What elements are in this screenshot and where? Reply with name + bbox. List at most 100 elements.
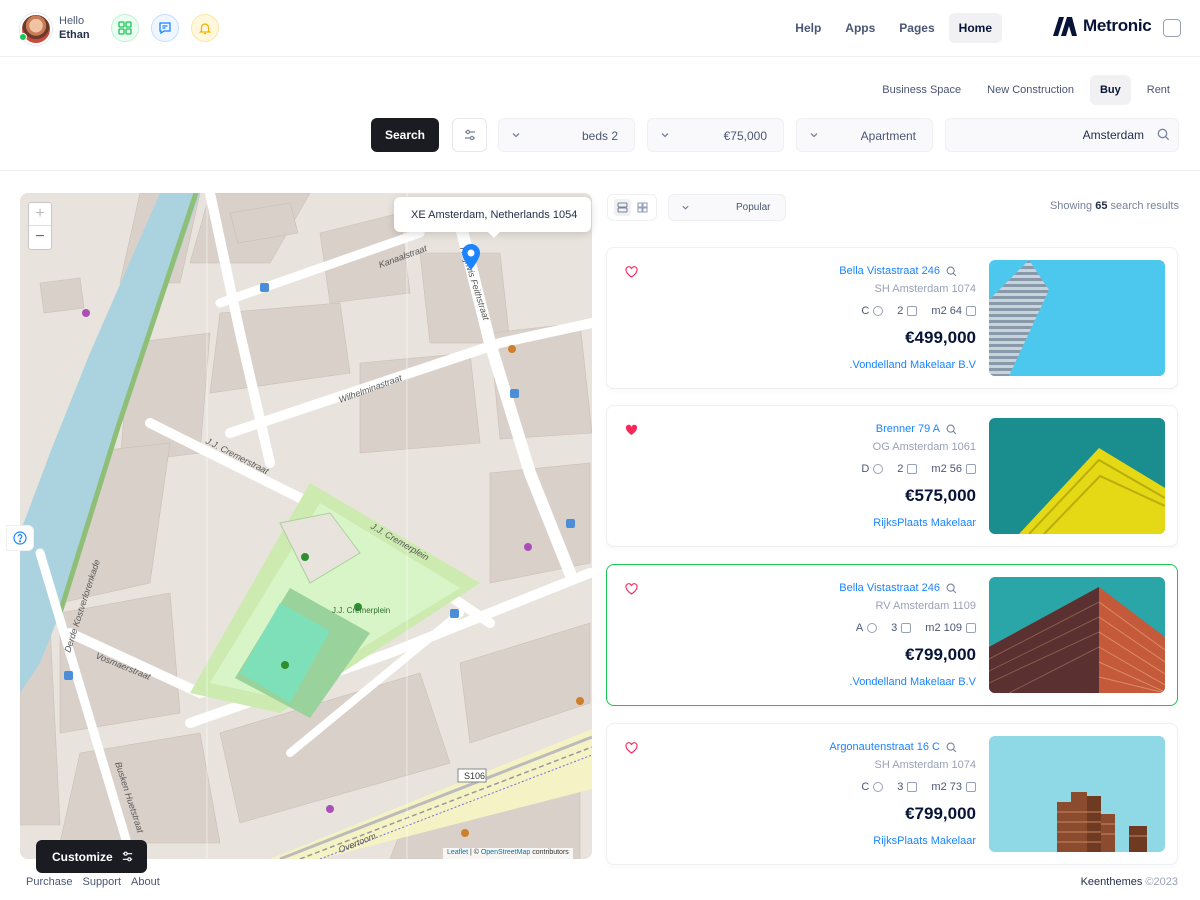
beds-count: 2 [897,463,904,475]
bed-icon [907,464,918,474]
footer-brand[interactable]: Keenthemes [1081,876,1143,888]
brand-logo[interactable]: Metronic [1053,16,1152,36]
heart-filled-icon[interactable] [625,424,638,436]
property-title[interactable]: Bella Vistastraat 246 [839,582,957,594]
heart-icon[interactable] [625,742,638,754]
map-view[interactable]: Kanaalstraat Wilhelminastraat J.J. Creme… [20,193,592,859]
agent-link[interactable]: RijksPlaats Makelaar [873,517,976,529]
tab-rent[interactable]: Rent [1137,75,1180,105]
beds-select[interactable]: beds 2 [498,118,635,152]
property-photo[interactable] [989,736,1165,852]
chevron-down-icon [661,133,669,138]
menu-grid-icon[interactable] [1163,19,1181,37]
greeting: Hello [59,15,85,27]
results-number: 65 [1095,200,1108,212]
chevron-down-icon [682,205,689,210]
map-popup: XE Amsterdam, Netherlands 1054 [394,197,591,232]
price-value: €75,000 [723,129,767,143]
filter-settings-button[interactable] [452,118,487,152]
chevron-down-icon [810,133,818,138]
property-price: €499,000 [905,328,976,347]
map-label-s106: S106 [464,771,485,781]
grid-view-icon[interactable] [634,199,651,216]
price-select[interactable]: €75,000 [647,118,784,152]
nav-apps[interactable]: Apps [835,13,885,43]
property-type-select[interactable]: Apartment [796,118,933,152]
property-meta: C 2 m2 64 [861,305,976,317]
question-circle-icon [13,531,27,545]
tab-buy[interactable]: Buy [1089,75,1131,105]
property-address: SH Amsterdam 1074 [874,759,977,771]
zoom-in-button[interactable]: + [29,203,51,226]
notification-bell-icon[interactable] [191,14,219,42]
search-icon [946,583,957,593]
search-button[interactable]: Search [371,118,439,152]
zoom-out-button[interactable]: − [29,226,51,249]
search-icon [946,742,957,752]
beds-value: beds 2 [581,129,618,143]
property-title[interactable]: Brenner 79 A [876,423,957,435]
apps-icon[interactable] [111,14,139,42]
agent-link[interactable]: .Vondelland Makelaar B.V [849,676,976,688]
leaflet-link[interactable]: Leaflet [447,849,468,856]
beds-count: 3 [897,781,904,793]
property-card[interactable]: Brenner 79 A OG Amsterdam 1061 D 2 m2 56 €… [606,405,1178,547]
property-title[interactable]: Argonautenstraat 16 C [829,741,957,753]
beds-count: 2 [897,305,904,317]
property-card[interactable]: Argonautenstraat 16 C SH Amsterdam 1074 … [606,723,1178,865]
footer-purchase-link[interactable]: Purchase [26,876,72,888]
property-card[interactable]: Bella Vistastraat 246 SH Amsterdam 1074 … [606,247,1178,389]
osm-link[interactable]: OpenStreetMap [481,849,530,856]
area-icon [966,306,976,316]
sort-select[interactable]: Popular [668,194,786,221]
help-float-button[interactable] [6,525,34,551]
heart-icon[interactable] [625,266,638,278]
sliders-icon [464,129,475,141]
energy-icon [873,782,884,792]
beds-count: 3 [891,622,898,634]
location-search-input[interactable] [945,118,1179,152]
energy-icon [873,306,884,316]
property-photo[interactable] [989,260,1165,376]
energy-label: D [861,463,870,475]
brand-name: Metronic [1083,16,1152,35]
energy-icon [873,464,884,474]
agent-link[interactable]: RijksPlaats Makelaar [873,835,976,847]
nav-help[interactable]: Help [785,13,831,43]
bed-icon [907,782,918,792]
top-header: Hello Ethan Help Apps Pages Home Metroni… [0,0,1200,57]
property-title[interactable]: Bella Vistastraat 246 [839,265,957,277]
customize-button[interactable]: Customize [36,840,147,873]
property-photo[interactable] [989,577,1165,693]
agent-link[interactable]: .Vondelland Makelaar B.V [849,359,976,371]
tab-new-construction[interactable]: New Construction [977,75,1084,105]
nav-pages[interactable]: Pages [889,13,944,43]
footer-support-link[interactable]: Support [82,876,121,888]
sliders-icon [122,851,132,862]
nav-home[interactable]: Home [948,13,1002,43]
tab-business-space[interactable]: Business Space [872,75,971,105]
chat-icon[interactable] [151,14,179,42]
footer-about-link[interactable]: About [131,876,160,888]
showing-suffix: search results [1110,200,1179,212]
search-icon [946,424,957,434]
property-address: RV Amsterdam 1109 [875,600,976,612]
view-toggle [607,194,657,221]
footer-year: ©2023 [1145,876,1178,888]
footer-links: Purchase Support About [26,876,160,888]
property-photo[interactable] [989,418,1165,534]
attribution-separator: | © [468,849,481,856]
map-marker-icon[interactable] [460,243,482,271]
list-view-icon[interactable] [613,199,631,216]
property-price: €799,000 [905,645,976,664]
map-tiles: Kanaalstraat Wilhelminastraat J.J. Creme… [20,193,592,859]
bed-icon [907,306,918,316]
search-icon [946,266,957,276]
attribution-text: contributors [530,849,569,856]
metronic-logo-icon [1053,16,1077,36]
copyright: Keenthemes ©2023 [1081,876,1178,888]
bed-icon [901,623,912,633]
property-address: OG Amsterdam 1061 [872,441,976,453]
property-card-selected[interactable]: Bella Vistastraat 246 RV Amsterdam 1109 … [606,564,1178,706]
heart-icon[interactable] [625,583,638,595]
